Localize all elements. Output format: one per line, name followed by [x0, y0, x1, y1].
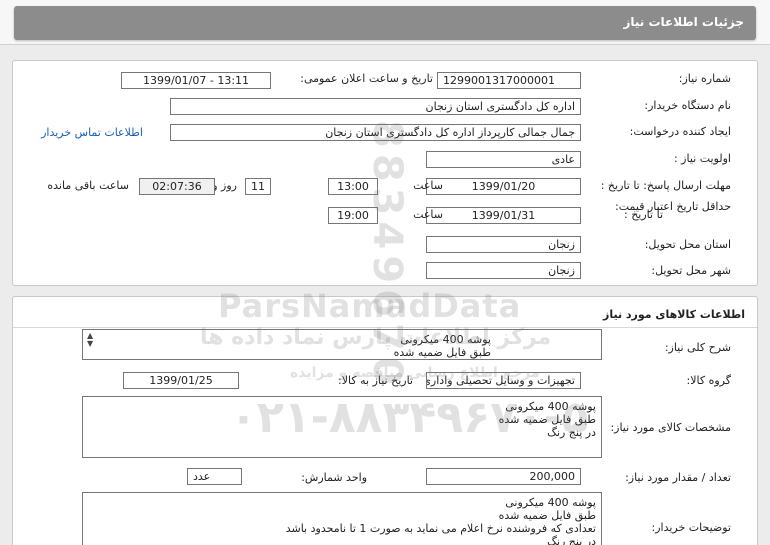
need-info-panel: شماره نیاز: 1299001317000001 تاریخ و ساع…	[12, 60, 758, 286]
need-number-label: شماره نیاز:	[678, 72, 731, 85]
province-field: زنجان	[426, 236, 581, 253]
quantity-field: 200,000	[426, 468, 581, 485]
goods-panel: اطلاعات کالاهای مورد نیاز شرح کلی نیاز: …	[12, 296, 758, 545]
section-divider	[13, 327, 757, 328]
buyer-notes-field: پوشه 400 میکرونی طبق فایل ضمیه شده تعداد…	[82, 492, 602, 545]
unit-label: واحد شمارش:	[301, 471, 367, 484]
scroll-arrows-icon[interactable]: ▲ ▼	[87, 332, 93, 348]
days-remaining-field: 11	[245, 178, 271, 195]
specs-field: پوشه 400 میکرونی طبق فایل ضمیه شده در پن…	[82, 396, 602, 458]
goods-group-field: تجهیزات و وسایل تحصیلی واداری	[426, 372, 581, 389]
need-date-label: تاریخ نیاز به کالا:	[338, 374, 413, 387]
reply-deadline-label: مهلت ارسال پاسخ: تا تاریخ :	[600, 179, 731, 192]
price-validity-to-label: تا تاریخ :	[624, 208, 663, 221]
page-title: جزئیات اطلاعات نیاز	[623, 15, 744, 29]
reply-time-field: 13:00	[328, 178, 378, 195]
summary-line: پوشه 400 میکرونی	[400, 333, 491, 346]
buyer-notes-line: در پنج رنگ	[547, 535, 596, 545]
remaining-time-field: 02:07:36	[139, 178, 215, 195]
buyer-contact-link[interactable]: اطلاعات تماس خریدار	[41, 126, 143, 139]
specs-label: مشخصات کالای مورد نیاز:	[610, 421, 731, 434]
creator-field: جمال جمالی کارپرداز اداره کل دادگستری اس…	[170, 124, 581, 141]
days-label: روز و	[212, 179, 237, 192]
announce-field: 1399/01/07 - 13:11	[121, 72, 271, 89]
need-number-field: 1299001317000001	[437, 72, 581, 89]
announce-label: تاریخ و ساعت اعلان عمومی:	[300, 72, 433, 85]
specs-line: طبق فایل ضمیه شده	[498, 413, 596, 426]
priority-label: اولویت نیاز :	[673, 152, 731, 165]
validity-time-label: ساعت	[413, 208, 443, 221]
validity-date-field: 1399/01/31	[426, 207, 581, 224]
specs-line: در پنج رنگ	[547, 426, 596, 439]
quantity-label: تعداد / مقدار مورد نیاز:	[625, 471, 731, 484]
page-header: جزئیات اطلاعات نیاز	[0, 0, 770, 45]
priority-field: عادی	[426, 151, 581, 168]
validity-time-field: 19:00	[328, 207, 378, 224]
need-date-field: 1399/01/25	[123, 372, 239, 389]
summary-field[interactable]: پوشه 400 میکرونی طبق فایل ضمیه شده ▲ ▼	[82, 329, 602, 360]
header-bar: جزئیات اطلاعات نیاز	[14, 6, 756, 40]
summary-label: شرح کلی نیاز:	[664, 341, 731, 354]
city-field: زنجان	[426, 262, 581, 279]
reply-time-label: ساعت	[413, 179, 443, 192]
goods-section-title: اطلاعات کالاهای مورد نیاز	[603, 308, 745, 321]
summary-line: طبق فایل ضمیه شده	[393, 346, 491, 359]
city-label: شهر محل تحویل:	[651, 264, 731, 277]
buyer-notes-label: توضیحات خریدار:	[651, 521, 732, 534]
buyer-notes-line: تعدادی که فروشنده نرخ اعلام می نماید به …	[285, 522, 596, 535]
unit-field: عدد	[187, 468, 242, 485]
buyer-org-field: اداره کل دادگستری استان زنجان	[170, 98, 581, 115]
price-validity-label: حداقل تاریخ اعتبار قیمت:	[615, 200, 731, 213]
specs-line: پوشه 400 میکرونی	[505, 400, 596, 413]
buyer-org-label: نام دستگاه خریدار:	[644, 99, 731, 112]
buyer-notes-line: طبق فایل ضمیه شده	[498, 509, 596, 522]
province-label: استان محل تحویل:	[644, 238, 731, 251]
remaining-label: ساعت باقی مانده	[47, 179, 129, 192]
creator-label: ایجاد کننده درخواست:	[629, 125, 731, 138]
buyer-notes-line: پوشه 400 میکرونی	[505, 496, 596, 509]
goods-group-label: گروه کالا:	[686, 374, 731, 387]
reply-date-field: 1399/01/20	[426, 178, 581, 195]
